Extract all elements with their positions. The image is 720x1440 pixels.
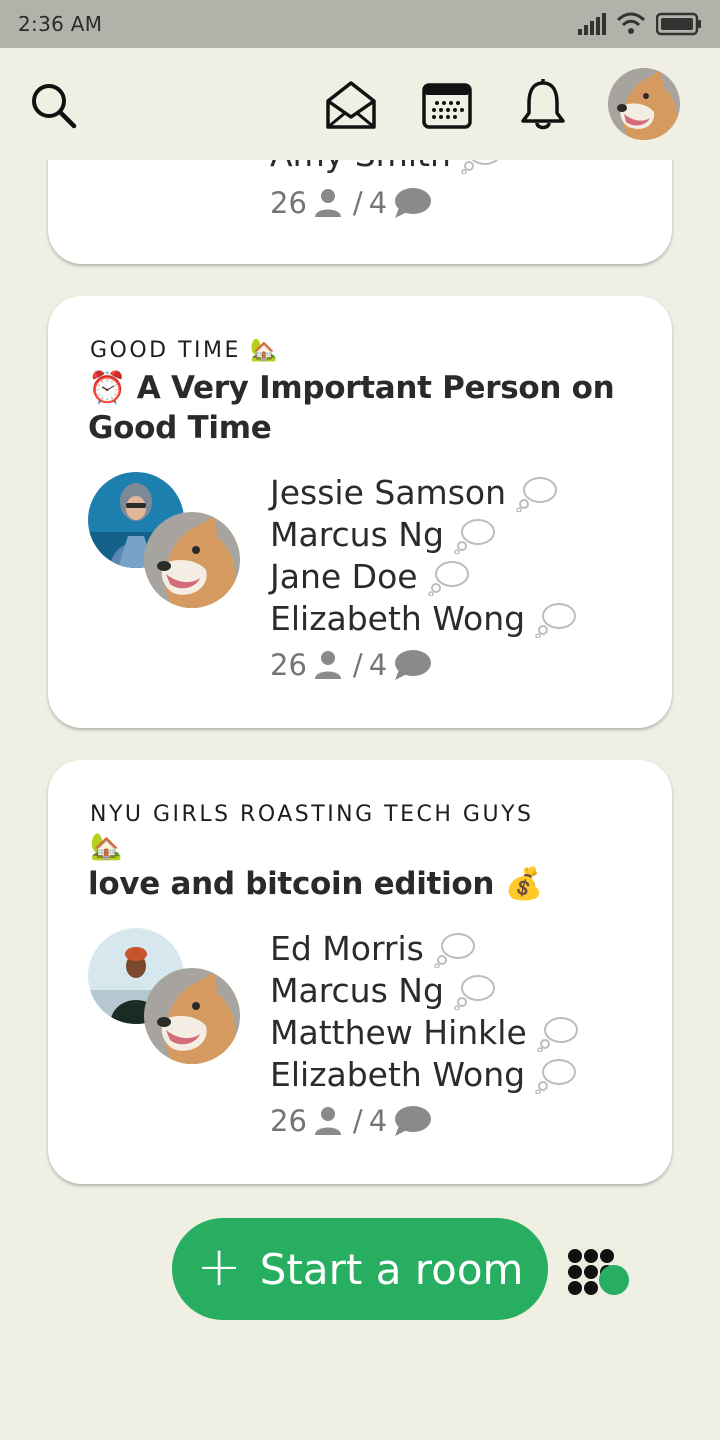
search-button[interactable] bbox=[26, 78, 82, 134]
message-count: 4 bbox=[368, 1104, 388, 1138]
thought-bubble-icon bbox=[454, 975, 495, 1010]
app-screen: Amy Smith 26 / 4 bbox=[0, 0, 720, 1440]
speaker-name[interactable]: Elizabeth Wong bbox=[270, 598, 577, 640]
speaker-avatar[interactable] bbox=[144, 512, 240, 608]
speaker-name[interactable]: Jessie Samson bbox=[270, 472, 577, 514]
thought-bubble-icon bbox=[535, 603, 577, 638]
plus-icon: + bbox=[196, 1235, 242, 1298]
status-bar: 2:36 AM bbox=[0, 0, 720, 48]
speaker-name[interactable]: Ed Morris bbox=[270, 928, 579, 970]
chat-bubble-icon bbox=[395, 1106, 432, 1136]
thought-bubble-icon bbox=[516, 477, 557, 512]
stats-separator: / bbox=[352, 648, 363, 682]
club-name[interactable]: NYU GIRLS ROASTING TECH GUYS bbox=[90, 802, 533, 827]
thought-bubble-icon bbox=[427, 561, 469, 596]
room-stats: 26 / 4 bbox=[270, 1104, 432, 1138]
person-icon bbox=[314, 189, 341, 217]
calendar-icon bbox=[422, 83, 472, 129]
invite-button[interactable] bbox=[322, 76, 380, 134]
dog-photo bbox=[144, 968, 240, 1064]
thought-bubble-icon bbox=[535, 1059, 577, 1094]
calendar-button[interactable] bbox=[418, 76, 476, 134]
dot-grid-icon bbox=[568, 1249, 629, 1295]
room-title: love and bitcoin edition 💰 bbox=[88, 866, 543, 902]
message-count: 4 bbox=[368, 648, 388, 682]
speaker-list: Jessie Samson Marcus Ng Jane Doe Elizabe… bbox=[270, 472, 577, 640]
chat-bubble-icon bbox=[395, 188, 432, 218]
speaker-name[interactable]: Elizabeth Wong bbox=[270, 1054, 579, 1096]
start-room-label: Start a room bbox=[259, 1244, 524, 1294]
status-icons bbox=[578, 12, 702, 36]
room-avatars bbox=[88, 472, 248, 612]
listener-count: 26 bbox=[270, 1104, 307, 1138]
start-room-button[interactable]: + Start a room bbox=[172, 1218, 548, 1320]
speaker-name[interactable]: Matthew Hinkle bbox=[270, 1012, 579, 1054]
profile-avatar[interactable] bbox=[608, 68, 680, 140]
thought-bubble-icon bbox=[454, 519, 495, 554]
person-icon bbox=[314, 651, 341, 679]
wifi-icon bbox=[616, 12, 646, 34]
notifications-button[interactable] bbox=[514, 76, 572, 134]
speaker-avatar[interactable] bbox=[144, 968, 240, 1064]
room-avatars bbox=[88, 928, 248, 1068]
person-icon bbox=[314, 1107, 341, 1135]
listener-count: 26 bbox=[270, 186, 307, 220]
speaker-name[interactable]: Jane Doe bbox=[270, 556, 577, 598]
battery-icon bbox=[656, 12, 701, 36]
room-stats: 26 / 4 bbox=[270, 648, 432, 682]
envelope-icon bbox=[326, 81, 376, 129]
chat-bubble-icon bbox=[395, 650, 432, 680]
club-name[interactable]: GOOD TIME 🏡 bbox=[90, 338, 280, 363]
backchannel-button[interactable] bbox=[566, 1248, 636, 1300]
speaker-name[interactable]: Marcus Ng bbox=[270, 514, 577, 556]
search-icon bbox=[32, 84, 77, 129]
dog-photo bbox=[608, 68, 680, 140]
room-stats: 26 / 4 bbox=[270, 186, 432, 220]
room-feed[interactable]: Amy Smith 26 / 4 bbox=[0, 0, 720, 1440]
dog-photo bbox=[144, 512, 240, 608]
bell-icon bbox=[521, 79, 565, 130]
room-card[interactable]: GOOD TIME 🏡 ⏰ A Very Important Person on… bbox=[48, 296, 672, 728]
status-time: 2:36 AM bbox=[18, 12, 103, 36]
listener-count: 26 bbox=[270, 648, 307, 682]
thought-bubble-icon bbox=[537, 1017, 578, 1052]
room-card[interactable]: NYU GIRLS ROASTING TECH GUYS 🏡 love and … bbox=[48, 760, 672, 1184]
message-count: 4 bbox=[368, 186, 388, 220]
club-emoji: 🏡 bbox=[90, 832, 125, 862]
thought-bubble-icon bbox=[434, 933, 475, 968]
stats-separator: / bbox=[352, 1104, 363, 1138]
stats-separator: / bbox=[352, 186, 363, 220]
speaker-list: Ed Morris Marcus Ng Matthew Hinkle Eliza… bbox=[270, 928, 579, 1096]
top-bar bbox=[0, 48, 720, 160]
speaker-name[interactable]: Marcus Ng bbox=[270, 970, 579, 1012]
signal-icon bbox=[578, 13, 606, 35]
room-title: ⏰ A Very Important Person on Good Time bbox=[88, 370, 615, 446]
